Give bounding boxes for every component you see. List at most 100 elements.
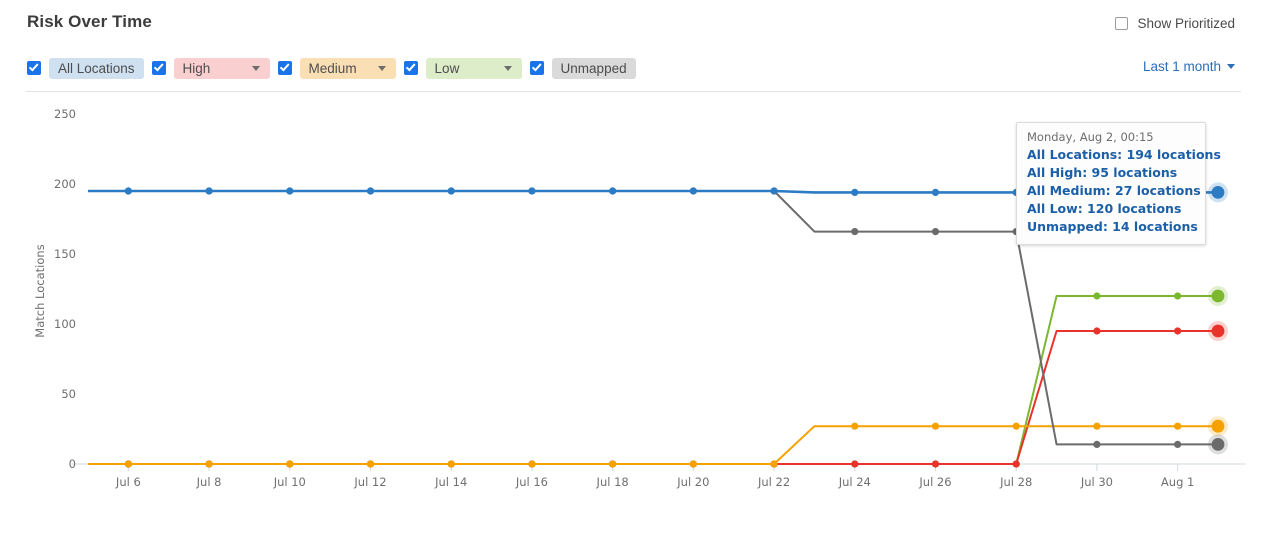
header-divider	[26, 91, 1241, 92]
data-point	[205, 187, 212, 194]
data-point	[932, 189, 939, 196]
panel-header: Risk Over Time Show Prioritized	[0, 12, 1267, 42]
data-point	[1093, 441, 1100, 448]
tooltip-row: All Medium: 27 locations	[1027, 182, 1195, 200]
chevron-down-icon	[1227, 64, 1235, 69]
data-point	[932, 423, 939, 430]
tooltip-row: All Low: 120 locations	[1027, 200, 1195, 218]
data-point	[609, 187, 616, 194]
x-axis-tick-label: Jul 12	[353, 475, 386, 489]
data-point	[851, 460, 858, 467]
data-point	[851, 189, 858, 196]
show-prioritized-label: Show Prioritized	[1137, 16, 1235, 31]
x-axis-tick-label: Jul 14	[434, 475, 467, 489]
data-point	[770, 460, 777, 467]
series-all-high	[88, 321, 1228, 468]
y-axis-tick-label: 200	[54, 177, 76, 191]
tooltip-row: Unmapped: 14 locations	[1027, 218, 1195, 236]
risk-over-time-panel: Risk Over Time Show Prioritized All Loca…	[0, 0, 1267, 536]
show-prioritized-toggle[interactable]: Show Prioritized	[1115, 16, 1235, 31]
data-point	[286, 460, 293, 467]
x-axis-tick-label: Jul 8	[196, 475, 222, 489]
data-point	[690, 187, 697, 194]
data-point	[1174, 423, 1181, 430]
tooltip-rows: All Locations: 194 locationsAll High: 95…	[1027, 146, 1195, 236]
data-point	[125, 187, 132, 194]
series-all-low	[88, 286, 1228, 468]
x-axis-tick-label: Jul 28	[999, 475, 1032, 489]
filter-checkbox-low[interactable]	[404, 61, 418, 75]
data-point	[528, 187, 535, 194]
x-axis-tick-label: Jul 24	[838, 475, 871, 489]
y-axis-tick-label: 0	[69, 457, 76, 471]
data-point	[770, 187, 777, 194]
time-range-selector[interactable]: Last 1 month	[1143, 59, 1235, 74]
filter-chip-label: Low	[435, 61, 460, 76]
page-title: Risk Over Time	[27, 12, 152, 32]
data-point	[932, 228, 939, 235]
chevron-down-icon	[504, 66, 512, 71]
x-axis-tick-label: Jul 20	[676, 475, 709, 489]
x-axis-tick-label: Aug 1	[1161, 475, 1194, 489]
y-axis-tick-label: 250	[54, 107, 76, 121]
chart-tooltip: Monday, Aug 2, 00:15 All Locations: 194 …	[1016, 122, 1206, 245]
data-point	[932, 460, 939, 467]
data-point	[448, 187, 455, 194]
endpoint-marker[interactable]	[1212, 290, 1225, 303]
filter-chip-all-locations: All Locations	[49, 58, 144, 79]
x-axis-tick-label: Jul 6	[115, 475, 141, 489]
filter-checkbox-unmapped[interactable]	[530, 61, 544, 75]
tooltip-date: Monday, Aug 2, 00:15	[1027, 130, 1195, 144]
data-point	[125, 460, 132, 467]
filter-checkbox-all-locations[interactable]	[27, 61, 41, 75]
endpoint-marker[interactable]	[1212, 438, 1225, 451]
data-point	[1093, 327, 1100, 334]
data-point	[448, 460, 455, 467]
series-line	[88, 426, 1218, 464]
risk-filter-row: All Locations High Medium Low Unmapped	[27, 57, 636, 79]
tooltip-row: All High: 95 locations	[1027, 164, 1195, 182]
filter-checkbox-high[interactable]	[152, 61, 166, 75]
filter-chip-label: All Locations	[58, 61, 135, 76]
filter-chip-label: Medium	[309, 61, 357, 76]
y-axis-tick-label: 150	[54, 247, 76, 261]
data-point	[851, 423, 858, 430]
chevron-down-icon	[378, 66, 386, 71]
filter-checkbox-medium[interactable]	[278, 61, 292, 75]
x-axis-tick-label: Jul 16	[515, 475, 548, 489]
filter-chip-label: High	[183, 61, 211, 76]
endpoint-marker[interactable]	[1212, 420, 1225, 433]
data-point	[609, 460, 616, 467]
tooltip-row: All Locations: 194 locations	[1027, 146, 1195, 164]
endpoint-marker[interactable]	[1212, 325, 1225, 338]
x-axis-tick-label: Jul 22	[757, 475, 790, 489]
y-axis-tick-label: 50	[61, 387, 76, 401]
time-range-label: Last 1 month	[1143, 59, 1221, 74]
chevron-down-icon	[252, 66, 260, 71]
data-point	[205, 460, 212, 467]
y-axis-tick-label: 100	[54, 317, 76, 331]
x-axis-tick-label: Jul 10	[273, 475, 306, 489]
show-prioritized-checkbox[interactable]	[1115, 17, 1128, 30]
data-point	[367, 187, 374, 194]
series-line	[88, 296, 1218, 464]
y-axis-title: Match Locations	[33, 244, 47, 337]
data-point	[1013, 423, 1020, 430]
filter-chip-low[interactable]: Low	[426, 58, 522, 79]
data-point	[528, 460, 535, 467]
x-axis-tick-label: Jul 26	[918, 475, 951, 489]
x-axis-tick-label: Jul 30	[1080, 475, 1113, 489]
data-point	[851, 228, 858, 235]
data-point	[1174, 292, 1181, 299]
filter-chip-unmapped: Unmapped	[552, 58, 636, 79]
filter-chip-label: Unmapped	[561, 61, 627, 76]
data-point	[1093, 423, 1100, 430]
filter-chip-high[interactable]: High	[174, 58, 270, 79]
data-point	[690, 460, 697, 467]
data-point	[1013, 460, 1020, 467]
endpoint-marker[interactable]	[1212, 186, 1225, 199]
data-point	[1093, 292, 1100, 299]
filter-chip-medium[interactable]: Medium	[300, 58, 396, 79]
data-point	[1174, 327, 1181, 334]
data-point	[1174, 441, 1181, 448]
